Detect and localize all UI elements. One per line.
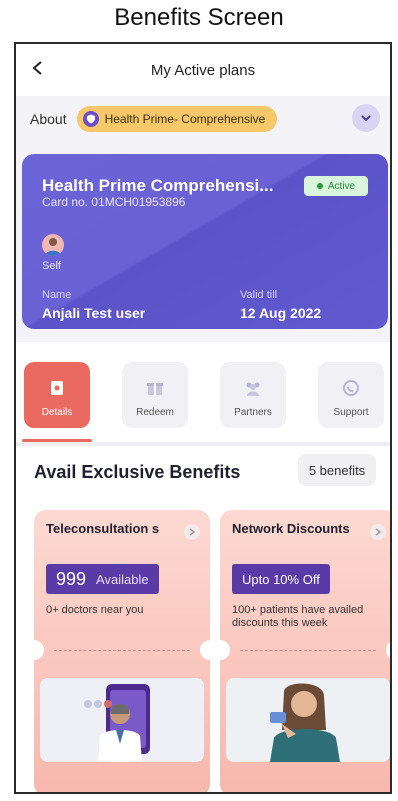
plan-selector-chip[interactable]: Health Prime- Comprehensive [76, 106, 278, 132]
back-arrow-icon [32, 61, 42, 75]
ticket-notch [386, 640, 390, 660]
about-label: About [30, 111, 67, 127]
benefits-heading: Avail Exclusive Benefits [34, 462, 241, 482]
tab-partners[interactable]: Partners [220, 362, 286, 428]
benefits-count-badge: 5 benefits [298, 454, 376, 486]
benefit-card-network-discounts[interactable]: Network Discounts Upto 10% Off 100+ pati… [220, 510, 390, 792]
discount-pill: Upto 10% Off [232, 564, 330, 594]
avatar[interactable] [42, 234, 64, 256]
benefit-title: Teleconsultation s [46, 521, 160, 536]
tab-redeem-label: Redeem [136, 407, 174, 418]
partners-icon [246, 382, 260, 396]
card-area: Health Prime Comprehensi... Card no. 01M… [16, 142, 390, 342]
status-badge: Active [304, 176, 368, 196]
screen-caption: Benefits Screen [114, 4, 284, 31]
plan-chip-label: Health Prime- Comprehensive [104, 112, 266, 126]
name-value: Anjali Test user [42, 305, 146, 321]
chevron-down-icon [361, 115, 371, 122]
tab-bar: Details Redeem Partners Support [16, 354, 390, 442]
tab-partners-label: Partners [234, 407, 272, 418]
plan-card-title: Health Prime Comprehensi... [42, 176, 274, 195]
tab-details[interactable]: Details [24, 362, 90, 428]
valid-till-label: Valid till [240, 289, 278, 301]
doctor-illustration [40, 678, 204, 762]
ticket-notch [34, 640, 44, 660]
page-title: My Active plans [150, 61, 256, 79]
availability-count: 999 [56, 568, 87, 589]
details-icon [51, 381, 63, 395]
status-dot-icon [316, 183, 323, 189]
back-button[interactable] [26, 56, 50, 80]
support-icon [343, 380, 359, 396]
customer-illustration [226, 678, 390, 762]
benefit-arrow-button[interactable] [370, 524, 386, 540]
status-label: Active [327, 180, 356, 192]
tab-support[interactable]: Support [318, 362, 384, 428]
chevron-right-icon [189, 528, 196, 536]
benefit-title: Network Discounts [232, 521, 350, 536]
ticket-notch [220, 640, 230, 660]
chevron-right-icon [375, 528, 382, 536]
availability-pill: 999 Available [46, 564, 159, 594]
name-label: Name [42, 289, 72, 301]
tab-support-label: Support [333, 407, 369, 418]
card-number: Card no. 01MCH01953896 [42, 195, 186, 209]
benefit-arrow-button[interactable] [184, 524, 200, 540]
phone-screen: My Active plans About Health Prime- Comp… [14, 42, 392, 794]
tab-redeem[interactable]: Redeem [122, 362, 188, 428]
tab-details-label: Details [41, 407, 73, 418]
benefit-card-teleconsultation[interactable]: Teleconsultation s 999 Available 0+ doct… [34, 510, 210, 792]
ticket-divider [54, 650, 190, 651]
valid-till-value: 12 Aug 2022 [240, 305, 322, 321]
user-avatar-icon [45, 238, 61, 256]
discount-label: Upto 10% Off [242, 571, 320, 587]
ticket-divider [240, 650, 376, 651]
member-label: Self [42, 260, 61, 272]
plan-card[interactable]: Health Prime Comprehensi... Card no. 01M… [22, 154, 388, 329]
ticket-notch [200, 640, 210, 660]
top-bar: My Active plans [16, 44, 390, 96]
benefit-description: 0+ doctors near you [46, 604, 144, 616]
gift-icon [147, 383, 163, 395]
availability-label: Available [96, 571, 149, 587]
about-row: About Health Prime- Comprehensive [16, 96, 390, 142]
plan-dropdown-button[interactable] [352, 104, 380, 132]
shield-icon [82, 111, 99, 127]
section-divider [16, 442, 390, 446]
benefit-description: 100+ patients have availed discounts thi… [232, 604, 364, 629]
